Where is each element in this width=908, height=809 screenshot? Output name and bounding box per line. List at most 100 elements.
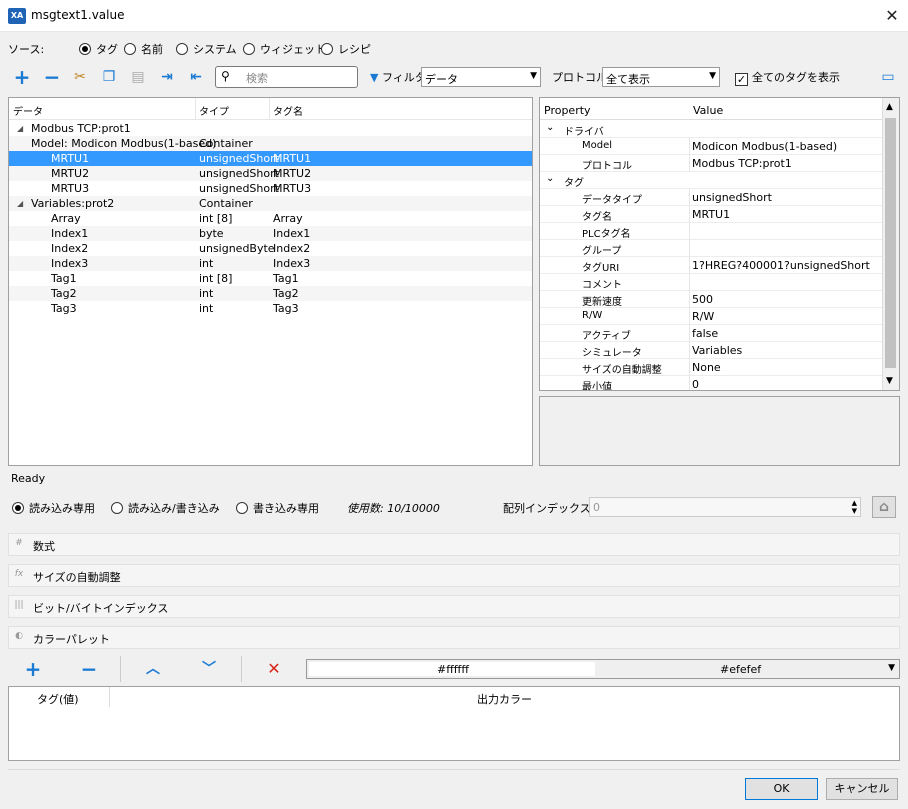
expand-icon: ◢ (17, 124, 24, 133)
property-row[interactable]: サイズの自動調整 None (540, 359, 883, 376)
source-radio-recipe[interactable]: レシピ (321, 41, 371, 57)
tag-tree[interactable]: データ タイプ タグ名 ^ ◢ Modbus TCP:prot1 Model: Mo… (8, 97, 533, 466)
add-color-icon[interactable]: + (23, 659, 43, 679)
tree-cell-type: Container (199, 137, 253, 150)
tree-cell-tagname: MRTU1 (273, 152, 312, 165)
tree-row[interactable]: Array int [8] Array (9, 211, 532, 226)
copy-icon[interactable]: ❐ (99, 67, 119, 87)
filter-label: ▼ フィルタ (370, 71, 426, 84)
array-index-label: 配列インデックス: (503, 502, 595, 515)
property-row[interactable]: シミュレータ Variables (540, 342, 883, 359)
show-all-tags-checkbox[interactable]: ✓ 全てのタグを表示 (735, 69, 840, 86)
section-expression[interactable]: # 数式 (8, 533, 900, 556)
import-icon[interactable]: ⇤ (186, 67, 206, 87)
tree-row[interactable]: ◢ Variables:prot2 Container (9, 196, 532, 211)
color-mapping-table[interactable]: タグ(値) 出力カラー (8, 686, 900, 761)
property-key: サイズの自動調整 (582, 365, 662, 376)
access-radio-read[interactable]: 読み込み専用 (12, 500, 95, 516)
filter-icon: ▼ (370, 71, 379, 84)
tree-row[interactable]: MRTU3 unsignedShort MRTU3 (9, 181, 532, 196)
source-radio-name[interactable]: 名前 (124, 41, 163, 57)
property-row[interactable]: コメント (540, 274, 883, 291)
status-text: Ready (11, 472, 46, 485)
close-icon[interactable]: ✕ (880, 4, 904, 28)
tree-row[interactable]: Model: Modicon Modbus(1-based) Container (9, 136, 532, 151)
tree-cell-tagname: Array (273, 212, 303, 225)
property-row[interactable]: プロトコル Modbus TCP:prot1 (540, 155, 883, 172)
add-icon[interactable]: + (12, 67, 32, 87)
property-key: 最小値 (582, 382, 612, 391)
property-row[interactable]: グループ (540, 240, 883, 257)
tag-icon[interactable]: ⌂ (872, 496, 896, 518)
ok-button[interactable]: OK (745, 778, 818, 800)
source-radio-system[interactable]: システム (176, 41, 237, 57)
tree-cell-name: MRTU2 (51, 167, 90, 180)
move-down-icon[interactable]: ﹀ (199, 659, 219, 679)
tree-cell-tagname: MRTU2 (273, 167, 312, 180)
tree-cell-type: unsignedShort (199, 152, 279, 165)
property-row[interactable]: Model Modicon Modbus(1-based) (540, 138, 883, 155)
expand-icon: ◢ (17, 199, 24, 208)
property-row[interactable]: データタイプ unsignedShort (540, 189, 883, 206)
delete-icon[interactable]: ✕ (264, 659, 284, 679)
tree-row[interactable]: Index3 int Index3 (9, 256, 532, 271)
source-radio-widget[interactable]: ウィジェット (243, 41, 326, 57)
property-key: 更新速度 (582, 297, 622, 308)
tree-cell-name: MRTU1 (51, 152, 90, 165)
property-row[interactable]: 最小値 0 (540, 376, 883, 391)
source-radio-tag[interactable]: タグ (79, 41, 118, 57)
section-color-palette[interactable]: ◐ カラーパレット (8, 626, 900, 649)
tree-cell-type: int (199, 287, 214, 300)
radio-icon (243, 43, 255, 55)
property-key: タグ (564, 178, 584, 189)
color-gradient-select[interactable]: #ffffff #efefef ▼ (306, 659, 900, 679)
panel-toggle-icon[interactable]: ▭ (878, 67, 898, 87)
tree-row[interactable]: ◢ Modbus TCP:prot1 (9, 121, 532, 136)
filter-select[interactable]: データ ▼ (421, 67, 541, 87)
search-input[interactable]: ⚲ 検索 (215, 66, 358, 88)
tree-row[interactable]: MRTU2 unsignedShort MRTU2 (9, 166, 532, 181)
property-scrollbar[interactable]: ▲ ▼ (882, 98, 899, 390)
cancel-button[interactable]: キャンセル (826, 778, 898, 800)
property-row[interactable]: タグ名 MRTU1 (540, 206, 883, 223)
property-key: PLCタグ名 (582, 229, 631, 240)
array-index-spinner[interactable]: 0 ▲ ▼ (589, 497, 861, 517)
section-bit-byte-index[interactable]: ||| ビット/バイトインデックス (8, 595, 900, 618)
search-icon: ⚲ (221, 69, 230, 83)
property-key: コメント (582, 280, 622, 291)
export-icon[interactable]: ⇥ (157, 67, 177, 87)
tree-row[interactable]: Index2 unsignedByte Index2 (9, 241, 532, 256)
tree-row[interactable]: Index1 byte Index1 (9, 226, 532, 241)
tree-row[interactable]: Tag1 int [8] Tag1 (9, 271, 532, 286)
paste-icon[interactable]: ▤ (128, 67, 148, 87)
property-category[interactable]: ⌄ タグ (540, 172, 883, 189)
access-radio-write[interactable]: 書き込み専用 (236, 500, 319, 516)
remove-icon[interactable]: − (42, 67, 62, 87)
tree-row[interactable]: Tag3 int Tag3 (9, 301, 532, 316)
property-value: Modicon Modbus(1-based) (692, 140, 838, 153)
tree-row[interactable]: MRTU1 unsignedShort MRTU1 (9, 151, 532, 166)
move-up-icon[interactable]: ︿ (143, 659, 163, 679)
column-header-data: データ (13, 107, 43, 118)
tree-cell-name: Modbus TCP:prot1 (31, 122, 131, 135)
property-grid[interactable]: Property Value ⌄ ドライバ Model Modicon Modbus(… (539, 97, 900, 391)
section-autosize[interactable]: fx サイズの自動調整 (8, 564, 900, 587)
palette-icon: ◐ (15, 631, 23, 641)
protocol-select[interactable]: 全て表示 ▼ (602, 67, 720, 87)
cut-icon[interactable]: ✂ (70, 67, 90, 87)
property-row[interactable]: タグURI 1?HREG?400001?unsignedShort (540, 257, 883, 274)
property-value: 500 (692, 293, 713, 306)
access-radio-readwrite[interactable]: 読み込み/書き込み (111, 500, 220, 516)
property-row[interactable]: 更新速度 500 (540, 291, 883, 308)
property-row[interactable]: PLCタグ名 (540, 223, 883, 240)
property-value: false (692, 327, 719, 340)
property-category[interactable]: ⌄ ドライバ (540, 121, 883, 138)
property-row[interactable]: アクティブ false (540, 325, 883, 342)
spin-up-icon: ▲ (851, 499, 857, 507)
window-title: msgtext1.value (31, 8, 125, 22)
property-row[interactable]: R/W R/W (540, 308, 883, 325)
tree-row[interactable]: Tag2 int Tag2 (9, 286, 532, 301)
tree-cell-name: Index2 (51, 242, 89, 255)
remove-color-icon[interactable]: − (79, 659, 99, 679)
expression-icon: # (15, 538, 23, 548)
